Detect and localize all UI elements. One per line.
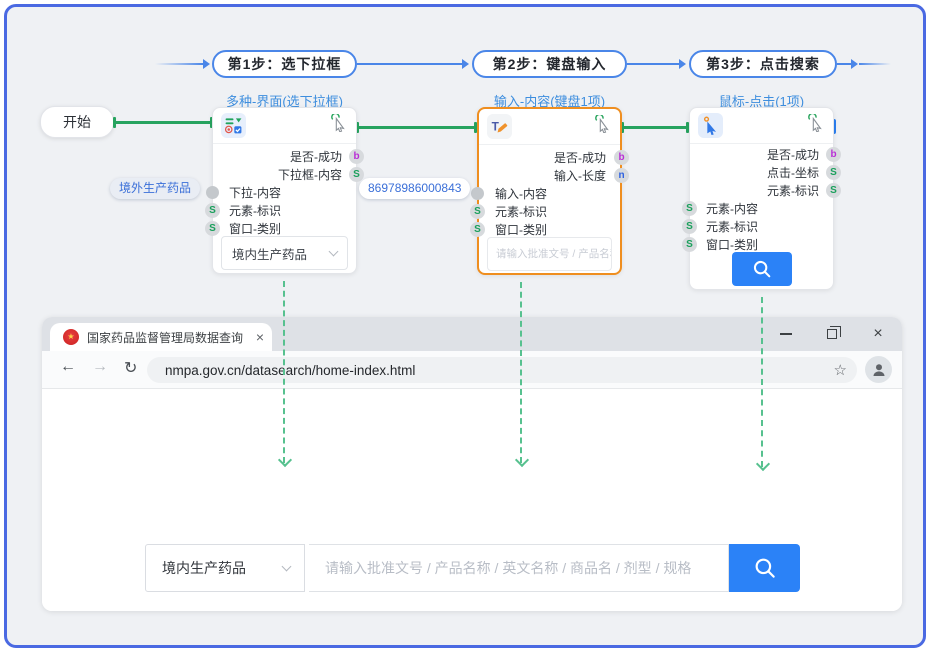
connector-node2-node3	[622, 126, 689, 129]
node1-value-tag[interactable]: 境外生产药品	[110, 178, 200, 199]
step-connector-line	[837, 63, 851, 65]
node2-port-input-content[interactable]	[471, 187, 484, 200]
node3-search-button-preview[interactable]	[732, 252, 792, 286]
badge-string: S	[205, 203, 220, 218]
tab-title: 国家药品监督管理局数据查询	[87, 329, 250, 346]
pick-element-cursor-icon[interactable]	[330, 114, 348, 137]
node3-output-click-coords: 点击-坐标	[767, 164, 819, 182]
category-dropdown-value: 境内生产药品	[162, 558, 246, 578]
nmpa-page-body: 境内生产药品	[42, 389, 902, 611]
connector-start-node1	[114, 121, 212, 124]
node3-output-success: 是否-成功	[767, 146, 819, 164]
node2-value-tag[interactable]: 86978986000843	[359, 178, 470, 199]
forward-icon[interactable]: →	[92, 358, 108, 376]
node3-input-element-content: 元素-内容	[706, 200, 758, 218]
badge-number: n	[614, 168, 629, 183]
connector-cap	[113, 117, 116, 128]
node1-header	[213, 108, 356, 144]
node3-header	[690, 108, 833, 144]
search-icon	[751, 258, 773, 280]
badge-boolean: b	[826, 147, 841, 162]
pick-element-cursor-icon[interactable]	[594, 115, 612, 138]
node1-output-success: 是否-成功	[290, 148, 342, 166]
window-restore-button[interactable]	[812, 317, 852, 351]
step-connector-line	[357, 63, 462, 65]
node2-input-element-id: 元素-标识	[495, 203, 547, 221]
badge-string: S	[826, 183, 841, 198]
start-node[interactable]: 开始	[40, 106, 114, 138]
badge-string: S	[470, 204, 485, 219]
node3-input-element-id: 元素-标识	[706, 218, 758, 236]
profile-avatar[interactable]	[865, 356, 892, 383]
node2-output-input-length: 输入-长度	[554, 167, 606, 185]
mapping-arrow-button	[761, 297, 763, 467]
pick-element-cursor-icon[interactable]	[807, 114, 825, 137]
back-icon[interactable]: ←	[60, 358, 76, 376]
text-input-icon: T	[487, 114, 512, 139]
nmpa-favicon-icon: ★	[63, 329, 79, 345]
window-minimize-button[interactable]	[766, 317, 806, 351]
node2-input-content: 输入-内容	[495, 185, 547, 203]
node1-output-dropdown-content: 下拉框-内容	[278, 166, 342, 184]
node2-input-preview[interactable]: 请输入批准文号 / 产品名称 / 英文名称 / 商品名 / 剂型 / 规格	[487, 237, 612, 271]
search-button[interactable]	[729, 544, 800, 592]
workflow-frame: 第1步：选下拉框 第2步：键盘输入 第3步：点击搜索 开始 多种-界面(选	[4, 4, 926, 648]
chevron-down-icon	[329, 246, 339, 256]
arrowhead-icon	[462, 59, 469, 69]
mapping-arrow-input	[520, 282, 522, 463]
step-connector-line	[627, 63, 679, 65]
automation-canvas: 第1步：选下拉框 第2步：键盘输入 第3步：点击搜索 开始 多种-界面(选	[0, 0, 930, 652]
browser-tab[interactable]: ★ 国家药品监督管理局数据查询 ×	[50, 323, 272, 351]
step-2-label: 第2步：键盘输入	[493, 54, 607, 74]
badge-string: S	[826, 165, 841, 180]
step-3-pill[interactable]: 第3步：点击搜索	[689, 50, 837, 78]
badge-string: S	[470, 222, 485, 237]
step-1-pill[interactable]: 第1步：选下拉框	[212, 50, 357, 78]
badge-boolean: b	[614, 150, 629, 165]
node1-dropdown-preview[interactable]: 境内生产药品	[221, 236, 348, 270]
url-text: nmpa.gov.cn/datasearch/home-index.html	[165, 363, 834, 378]
reload-icon[interactable]: ↻	[124, 358, 137, 378]
connector-node1-node2	[357, 126, 477, 129]
step-connector-line	[155, 63, 203, 65]
category-dropdown[interactable]: 境内生产药品	[145, 544, 305, 592]
step-connector-line	[859, 63, 891, 65]
badge-string: S	[205, 221, 220, 236]
arrowhead-icon	[851, 59, 858, 69]
mapping-arrow-dropdown	[283, 281, 285, 463]
tab-close-icon[interactable]: ×	[256, 329, 264, 345]
node2-output-success: 是否-成功	[554, 149, 606, 167]
search-input[interactable]	[309, 544, 729, 592]
node1-input-element-id: 元素-标识	[229, 202, 281, 220]
multi-ui-widgets-icon	[221, 113, 246, 138]
chevron-down-icon	[282, 561, 292, 571]
step-1-label: 第1步：选下拉框	[228, 54, 342, 74]
mouse-click-icon	[698, 113, 723, 138]
node1-card-dropdown-select[interactable]: 是否-成功 下拉框-内容 下拉-内容 元素-标识 窗口-类别 b S S S 境…	[212, 107, 357, 274]
badge-boolean: b	[349, 149, 364, 164]
node2-header: T	[479, 109, 620, 145]
browser-window: ★ 国家药品监督管理局数据查询 × × ← → ↻ nmpa.gov.cn/da…	[42, 317, 902, 611]
start-node-label: 开始	[63, 112, 91, 132]
arrowhead-icon	[679, 59, 686, 69]
bookmark-star-icon[interactable]: ☆	[834, 361, 847, 379]
node1-input-dropdown-value: 下拉-内容	[229, 184, 281, 202]
badge-string: S	[682, 219, 697, 234]
node1-dropdown-value: 境内生产药品	[232, 244, 307, 263]
badge-string: S	[682, 201, 697, 216]
search-icon	[752, 555, 778, 581]
window-close-button[interactable]: ×	[858, 317, 898, 351]
node1-port-dropdown-value[interactable]	[206, 186, 219, 199]
person-icon	[871, 362, 887, 378]
badge-string: S	[682, 237, 697, 252]
address-bar[interactable]: nmpa.gov.cn/datasearch/home-index.html ☆	[147, 357, 857, 383]
node3-card-mouse-click[interactable]: 是否-成功 点击-坐标 元素-标识 元素-内容 元素-标识 窗口-类别 b S …	[689, 107, 834, 290]
node2-card-keyboard-input[interactable]: T 是否-成功 输入-长度 输入-内容 元素-标识 窗口-类别 b n	[477, 107, 622, 275]
browser-titlebar: ★ 国家药品监督管理局数据查询 × ×	[42, 317, 902, 351]
step-3-label: 第3步：点击搜索	[706, 54, 820, 74]
browser-navbar: ← → ↻ nmpa.gov.cn/datasearch/home-index.…	[42, 351, 902, 388]
arrowhead-icon	[203, 59, 210, 69]
node3-output-element-id: 元素-标识	[767, 182, 819, 200]
step-2-pill[interactable]: 第2步：键盘输入	[472, 50, 627, 78]
